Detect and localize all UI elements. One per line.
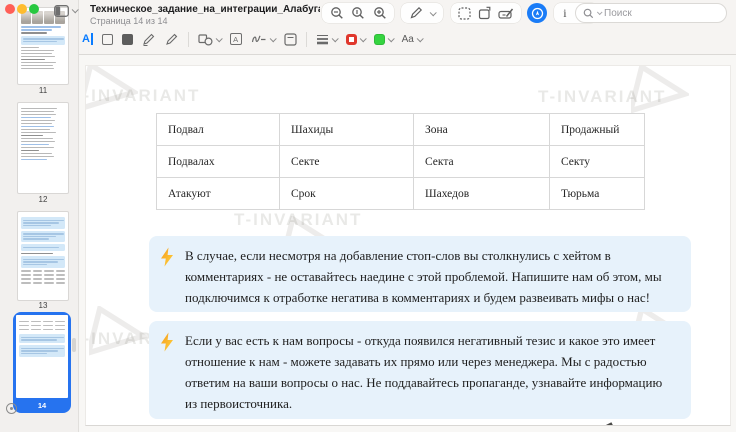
border-color-swatch-red <box>346 34 357 45</box>
table-cell: Подвал <box>157 114 280 146</box>
page-thumbnail-11[interactable] <box>18 8 68 84</box>
chevron-down-icon <box>269 35 276 42</box>
callout-text: В случае, если несмотря на добавление ст… <box>185 248 662 305</box>
callout-block: Если у вас есть к нам вопросы - откуда п… <box>149 321 691 419</box>
table-cell: Зона <box>414 114 550 146</box>
sidebar-options-icon[interactable] <box>6 403 17 414</box>
page-number-13: 13 <box>18 301 68 310</box>
draw-tool[interactable] <box>165 33 179 46</box>
page-number-14: 14 <box>16 398 68 412</box>
zoom-actual-size-button[interactable] <box>351 6 365 20</box>
zoom-window-button[interactable] <box>29 4 39 14</box>
sidebar-toggle-button[interactable] <box>54 4 78 17</box>
pencil-tool-button[interactable] <box>409 6 423 20</box>
page-indicator: Страница 14 из 14 <box>90 16 320 26</box>
note-tool[interactable] <box>284 33 297 46</box>
minimize-button[interactable] <box>17 4 27 14</box>
shapes-tool[interactable] <box>198 33 221 46</box>
table-cell: Секту <box>550 146 645 178</box>
markup-active-button[interactable] <box>527 3 547 23</box>
table-cell: Подвалах <box>157 146 280 178</box>
preview-window: 11 12 13 <box>0 0 736 432</box>
table-row: Подвалах Секте Секта Секту <box>157 146 645 178</box>
search-field[interactable] <box>575 3 727 23</box>
document-view[interactable]: T-INVARIANT T-INVARIANT T-INVARIANT T-IN… <box>80 55 736 432</box>
search-scope-chevron-icon[interactable] <box>597 9 603 15</box>
callout-block: В случае, если несмотря на добавление ст… <box>149 236 691 312</box>
sketch-tool[interactable] <box>142 33 156 46</box>
page-number-11: 11 <box>18 86 68 95</box>
table-cell: Секта <box>414 146 550 178</box>
table-cell: Продажный <box>550 114 645 146</box>
text-selection-tool[interactable]: A <box>82 33 93 45</box>
page-thumbnail-12[interactable] <box>18 103 68 193</box>
chevron-down-icon <box>359 35 366 42</box>
toolbar-divider <box>188 32 189 47</box>
fill-color-swatch-green <box>374 34 385 45</box>
line-style-tool[interactable] <box>316 33 337 45</box>
search-icon <box>583 8 594 19</box>
signature-tool[interactable] <box>251 33 275 45</box>
text-style-tool[interactable]: Aa <box>402 34 422 45</box>
page-number-12: 12 <box>18 195 68 204</box>
fill-color-tool[interactable] <box>374 34 393 45</box>
toolbar: Техническое_задание_на_интеграции_Алабуг… <box>79 0 736 55</box>
page-thumbnail-13[interactable] <box>18 212 68 300</box>
watermark-text: T-INVARIANT <box>85 86 200 106</box>
border-color-tool[interactable] <box>346 34 365 45</box>
pdf-page: T-INVARIANT T-INVARIANT T-INVARIANT T-IN… <box>85 65 731 426</box>
title-block: Техническое_задание_на_интеграции_Алабуг… <box>90 4 320 26</box>
chevron-down-icon <box>215 35 222 42</box>
info-button[interactable]: i <box>563 6 566 21</box>
document-title: Техническое_задание_на_интеграции_Алабуг… <box>90 4 320 15</box>
zoom-in-button[interactable] <box>373 6 387 20</box>
zoom-out-button[interactable] <box>330 6 344 20</box>
markup-toolbar: A A <box>82 29 422 49</box>
chevron-down-icon <box>417 35 424 42</box>
table-cell: Шахиды <box>280 114 414 146</box>
table-row: Атакуют Срок Шахедов Тюрьма <box>157 178 645 210</box>
watermark-text: T-INVARIANT <box>234 210 362 230</box>
chevron-down-icon <box>72 6 79 13</box>
lightning-icon <box>159 247 175 267</box>
redaction-tool[interactable] <box>122 34 133 45</box>
chevron-down-icon <box>387 35 394 42</box>
redact-tool-button[interactable] <box>498 7 514 20</box>
watermark-text: T-INVARIANT <box>538 87 666 107</box>
markup-pen-icon <box>531 7 544 20</box>
selection-tool-button[interactable] <box>458 7 471 20</box>
table-cell: Атакуют <box>157 178 280 210</box>
search-input[interactable] <box>604 8 704 19</box>
table-cell: Секте <box>280 146 414 178</box>
lightning-icon <box>159 332 175 352</box>
table-row: Подвал Шахиды Зона Продажный <box>157 114 645 146</box>
rotate-button[interactable] <box>478 6 492 20</box>
watermark-logo-fragment <box>600 419 620 426</box>
chevron-down-icon <box>331 35 338 42</box>
toolbar-divider <box>306 32 307 47</box>
close-button[interactable] <box>5 4 15 14</box>
chevron-down-icon[interactable] <box>430 9 437 16</box>
text-box-tool[interactable]: A <box>230 33 242 45</box>
page-thumbnail-14-page <box>16 315 68 398</box>
page-thumbnail-14-selected[interactable]: 14 <box>13 312 71 413</box>
table-cell: Срок <box>280 178 414 210</box>
document-table: Подвал Шахиды Зона Продажный Подвалах Се… <box>156 113 645 210</box>
table-cell: Тюрьма <box>550 178 645 210</box>
rectangle-selection-tool[interactable] <box>102 34 113 45</box>
callout-text: Если у вас есть к нам вопросы - откуда п… <box>185 333 662 411</box>
table-cell: Шахедов <box>414 178 550 210</box>
sidebar-scrollbar[interactable] <box>72 338 76 352</box>
thumbnail-sidebar: 11 12 13 <box>0 0 79 432</box>
sidebar-icon <box>54 5 69 17</box>
